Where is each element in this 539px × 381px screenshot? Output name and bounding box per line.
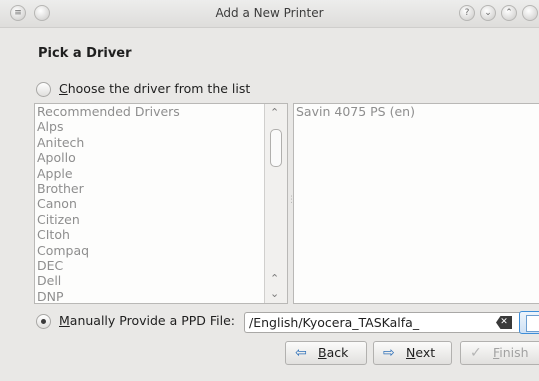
list-item[interactable]: Recommended Drivers [35, 104, 265, 119]
maximize-icon[interactable]: ⌃ [501, 5, 517, 21]
vendor-list[interactable]: Recommended Drivers Alps Anitech Apollo Appl… [34, 103, 288, 304]
scroll-up-icon[interactable]: ⌃ [270, 106, 279, 119]
scroll-up-icon[interactable]: ⌃ [270, 272, 279, 285]
list-item[interactable]: Anitech [35, 135, 265, 150]
open-file-button[interactable] [519, 311, 539, 334]
radio-selected-dot [41, 319, 46, 324]
close-icon[interactable] [522, 5, 538, 21]
model-list[interactable]: Savin 4075 PS (en) [293, 103, 539, 304]
list-item[interactable]: Dell [35, 273, 265, 288]
list-item[interactable]: DNP [35, 289, 265, 303]
list-item[interactable]: Alps [35, 119, 265, 134]
page-title: Pick a Driver [38, 46, 132, 61]
minimize-icon[interactable]: ⌄ [480, 5, 496, 21]
ppd-file-radio[interactable] [36, 314, 51, 329]
list-item[interactable]: Citizen [35, 212, 265, 227]
list-item[interactable]: Apollo [35, 150, 265, 165]
ppd-file-label[interactable]: Manually Provide a PPD File: [59, 313, 235, 328]
driver-list-label[interactable]: Choose the driver from the list [59, 81, 250, 96]
open-file-icon [526, 315, 539, 332]
arrow-left-icon: ⇦ [295, 345, 307, 361]
checkmark-icon: ✓ [470, 345, 482, 361]
list-item[interactable]: Canon [35, 196, 265, 211]
list-item[interactable]: Brother [35, 181, 265, 196]
title-bar: ≡ Add a New Printer ? ⌄ ⌃ [0, 0, 539, 28]
finish-button[interactable]: ✓ Finish [460, 341, 539, 365]
window-controls-right: ? ⌄ ⌃ [459, 5, 538, 21]
help-icon[interactable]: ? [459, 5, 475, 21]
scroll-down-icon[interactable]: ⌄ [270, 287, 279, 300]
vendor-list-items: Recommended Drivers Alps Anitech Apollo Appl… [35, 104, 265, 303]
vendor-list-scrollbar[interactable]: ⌃ ⌃ ⌄ [264, 104, 287, 303]
ppd-file-input[interactable]: /English/Kyocera_TASKalfa_ [244, 312, 539, 333]
next-button[interactable]: ⇨ Next [373, 341, 452, 365]
driver-list-radio[interactable] [36, 82, 51, 97]
back-button[interactable]: ⇦ Back [285, 341, 367, 365]
list-item[interactable]: Savin 4075 PS (en) [296, 104, 415, 119]
scrollbar-thumb[interactable] [270, 129, 282, 167]
list-item[interactable]: Apple [35, 166, 265, 181]
arrow-right-icon: ⇨ [383, 345, 395, 361]
list-item[interactable]: CItoh [35, 227, 265, 242]
list-item[interactable]: DEC [35, 258, 265, 273]
list-item[interactable]: Compaq [35, 243, 265, 258]
